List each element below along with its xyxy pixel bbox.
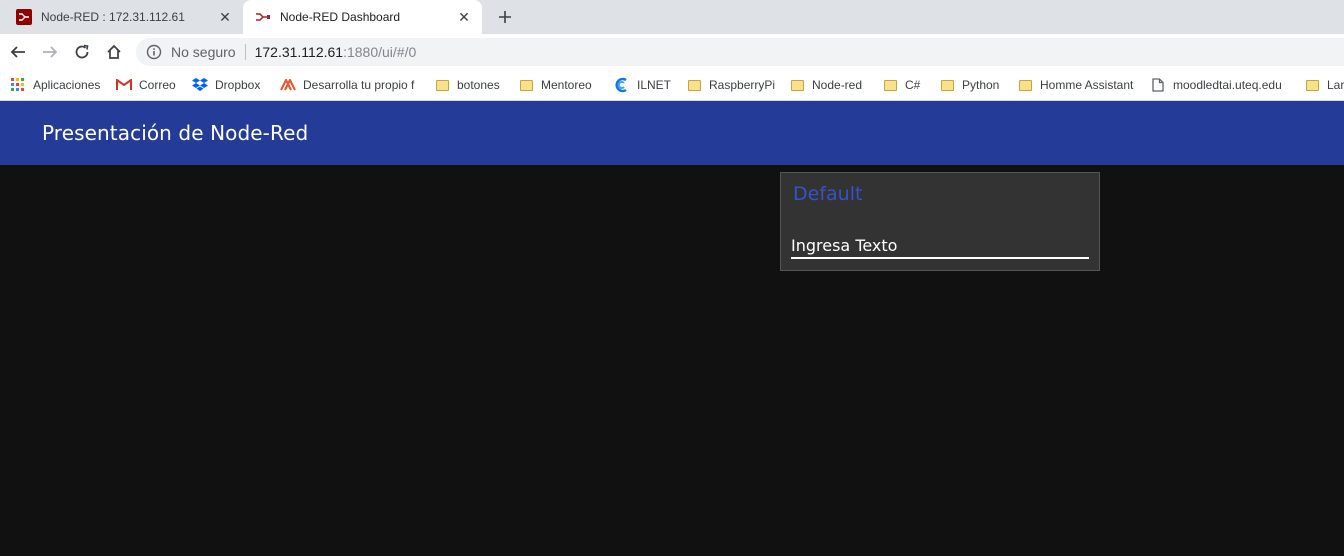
folder-icon xyxy=(686,77,702,93)
bookmark-node-red[interactable]: Node-red xyxy=(789,76,862,94)
dashboard-group-card: Default xyxy=(780,172,1100,271)
folder-icon xyxy=(939,77,955,93)
bookmark-aplicaciones[interactable]: Aplicaciones xyxy=(10,76,100,94)
apps-grid-icon xyxy=(10,77,26,93)
bookmark-moodledtai[interactable]: moodledtai.uteq.edu xyxy=(1150,76,1286,94)
tab-node-red-dashboard[interactable]: Node-RED Dashboard ✕ xyxy=(243,0,482,34)
bookmark-python[interactable]: Python xyxy=(939,76,999,94)
forward-button[interactable] xyxy=(38,40,62,64)
bookmark-label: RaspberryPi xyxy=(709,78,776,92)
folder-icon xyxy=(789,77,805,93)
bookmark-mentoreo[interactable]: Mentoreo xyxy=(518,76,592,94)
dropbox-icon xyxy=(192,77,208,93)
url-host: 172.31.112.61 xyxy=(254,44,344,60)
bookmark-desarrolla[interactable]: Desarrolla tu propio f xyxy=(280,76,416,94)
bookmark-label: moodledtai.uteq.edu xyxy=(1173,78,1282,92)
bookmark-label: Correo xyxy=(139,78,176,92)
security-label[interactable]: No seguro xyxy=(171,44,236,60)
folder-icon xyxy=(434,77,450,93)
address-bar[interactable]: No seguro 172.31.112.61 :1880/ui/#/0 xyxy=(136,38,1344,66)
bookmark-lar[interactable]: Lar xyxy=(1304,76,1344,94)
page-icon xyxy=(1150,77,1166,93)
page-title: Presentación de Node-Red xyxy=(42,121,309,145)
bookmark-label: Homme Assistant xyxy=(1040,78,1134,92)
close-tab-icon[interactable]: ✕ xyxy=(215,7,235,27)
bookmark-label: Desarrolla tu propio f xyxy=(303,78,415,92)
tab-title: Node-RED : 172.31.112.61 xyxy=(41,10,185,24)
reload-icon xyxy=(75,44,89,59)
text-input-field[interactable] xyxy=(791,233,1089,259)
bookmark-raspberrypi[interactable]: RaspberryPi xyxy=(686,76,775,94)
bookmark-ilnet[interactable]: ILNET xyxy=(614,76,671,94)
bookmark-dropbox[interactable]: Dropbox xyxy=(192,76,260,94)
tab-node-red-editor[interactable]: Node-RED : 172.31.112.61 ✕ xyxy=(0,0,243,34)
tab-title: Node-RED Dashboard xyxy=(280,10,401,24)
dashboard-content: Default xyxy=(0,165,1344,556)
gmail-icon xyxy=(116,77,132,93)
plus-icon xyxy=(499,11,511,23)
node-red-favicon-icon xyxy=(16,9,32,25)
address-divider xyxy=(244,44,246,60)
bookmark-csharp[interactable]: C# xyxy=(882,76,920,94)
node-red-dashboard-favicon-icon xyxy=(255,9,271,25)
bookmark-label: Lar xyxy=(1327,78,1344,92)
browser-toolbar: No seguro 172.31.112.61 :1880/ui/#/0 xyxy=(0,34,1344,70)
arrow-left-icon xyxy=(10,46,25,58)
browser-tab-strip: Node-RED : 172.31.112.61 ✕ Node-RED Dash… xyxy=(0,0,1344,34)
url-path: :1880/ui/#/0 xyxy=(343,44,417,60)
bookmark-label: Aplicaciones xyxy=(33,78,101,92)
folder-icon xyxy=(882,77,898,93)
reload-button[interactable] xyxy=(70,40,94,64)
site-icon xyxy=(280,77,296,93)
info-icon[interactable] xyxy=(146,44,162,60)
folder-icon xyxy=(518,77,534,93)
bookmark-label: Node-red xyxy=(812,78,863,92)
bookmark-label: Python xyxy=(962,78,1000,92)
bookmark-homme-assistant[interactable]: Homme Assistant xyxy=(1017,76,1133,94)
home-button[interactable] xyxy=(102,40,126,64)
close-tab-icon[interactable]: ✕ xyxy=(454,7,474,27)
bookmark-label: botones xyxy=(457,78,500,92)
bookmark-label: Mentoreo xyxy=(541,78,592,92)
bookmark-label: Dropbox xyxy=(215,78,261,92)
bookmark-botones[interactable]: botones xyxy=(434,76,500,94)
back-button[interactable] xyxy=(6,40,30,64)
dashboard-toolbar: Presentación de Node-Red xyxy=(0,101,1344,165)
new-tab-button[interactable] xyxy=(493,5,517,29)
folder-icon xyxy=(1017,77,1033,93)
bookmark-label: C# xyxy=(905,78,921,92)
ilnet-icon xyxy=(614,77,630,93)
bookmarks-bar: Aplicaciones Correo Dropbox Desarrolla t… xyxy=(0,70,1344,101)
group-title: Default xyxy=(793,183,863,205)
home-icon xyxy=(107,44,121,59)
arrow-right-icon xyxy=(43,46,58,58)
bookmark-label: ILNET xyxy=(637,78,672,92)
bookmark-correo[interactable]: Correo xyxy=(116,76,176,94)
folder-icon xyxy=(1304,77,1320,93)
